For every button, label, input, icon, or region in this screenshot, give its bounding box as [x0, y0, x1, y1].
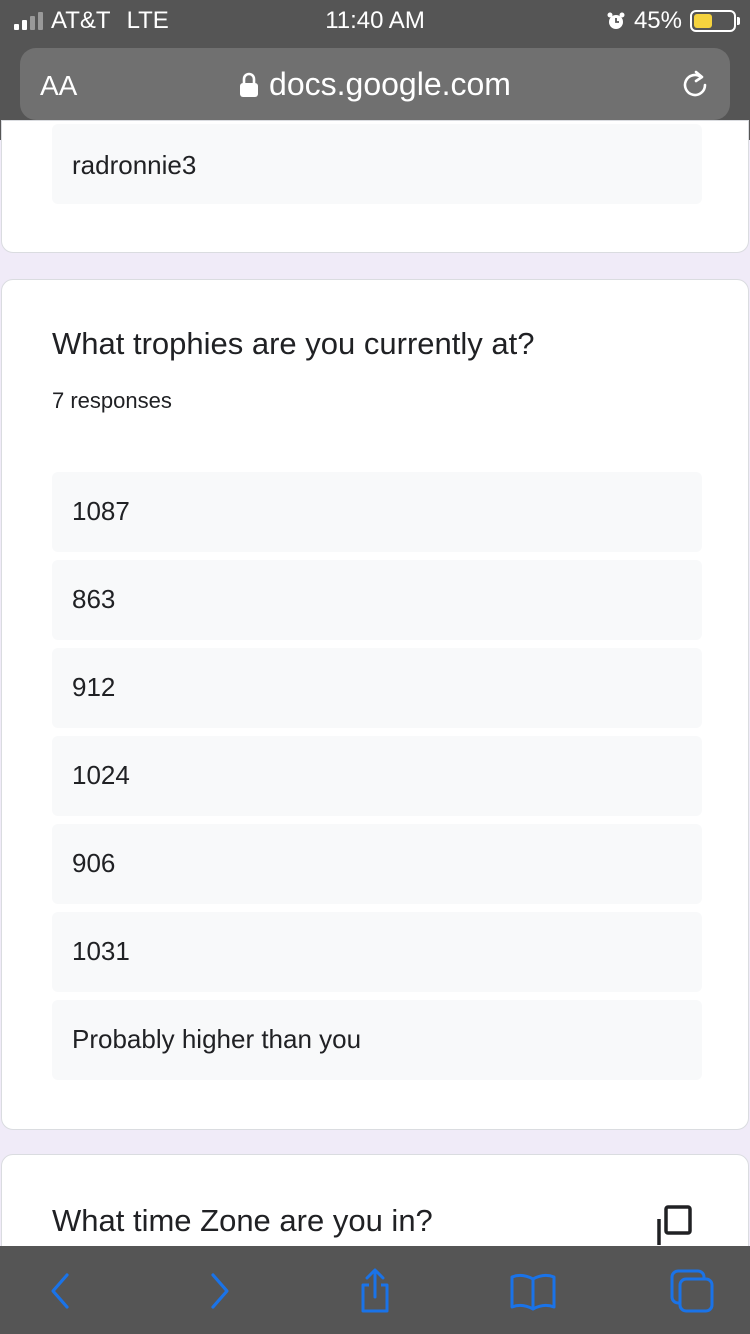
response-item: 1031	[52, 912, 702, 992]
back-button[interactable]	[35, 1268, 85, 1314]
bottom-toolbar	[0, 1246, 750, 1334]
tabs-icon	[670, 1269, 714, 1313]
lock-icon	[240, 72, 259, 97]
response-item: 1087	[52, 472, 702, 552]
previous-question-card: radronnie3	[1, 120, 749, 253]
response-count: 7 responses	[52, 388, 172, 413]
url-field[interactable]: docs.google.com	[20, 66, 730, 103]
battery-fill	[694, 14, 712, 28]
bookmarks-button[interactable]	[508, 1268, 558, 1314]
response-item: Probably higher than you	[52, 1000, 702, 1080]
reload-icon[interactable]	[678, 68, 712, 102]
question-title: What trophies are you currently at?	[52, 326, 535, 361]
question-card: What trophies are you currently at? 7 re…	[1, 279, 749, 1130]
bookmarks-icon	[510, 1273, 556, 1311]
response-item: 863	[52, 560, 702, 640]
copy-icon[interactable]	[655, 1205, 695, 1247]
status-right: 45%	[606, 7, 740, 35]
question-title: What time Zone are you in?	[52, 1203, 433, 1238]
forward-icon	[211, 1273, 229, 1309]
status-bar: AT&T LTE 11:40 AM 45%	[0, 0, 750, 40]
alarm-icon	[607, 12, 625, 29]
response-item: 906	[52, 824, 702, 904]
address-bar[interactable]: AA docs.google.com	[20, 48, 730, 120]
response-item: 1024	[52, 736, 702, 816]
share-button[interactable]	[350, 1268, 400, 1314]
forward-button[interactable]	[195, 1268, 245, 1314]
url-text: docs.google.com	[269, 66, 511, 102]
response-item: 912	[52, 648, 702, 728]
battery-icon	[690, 10, 740, 32]
share-icon	[361, 1268, 389, 1313]
back-icon	[51, 1273, 69, 1309]
tabs-button[interactable]	[667, 1268, 717, 1314]
response-item: radronnie3	[52, 124, 702, 204]
battery-percent: 45%	[633, 7, 682, 34]
